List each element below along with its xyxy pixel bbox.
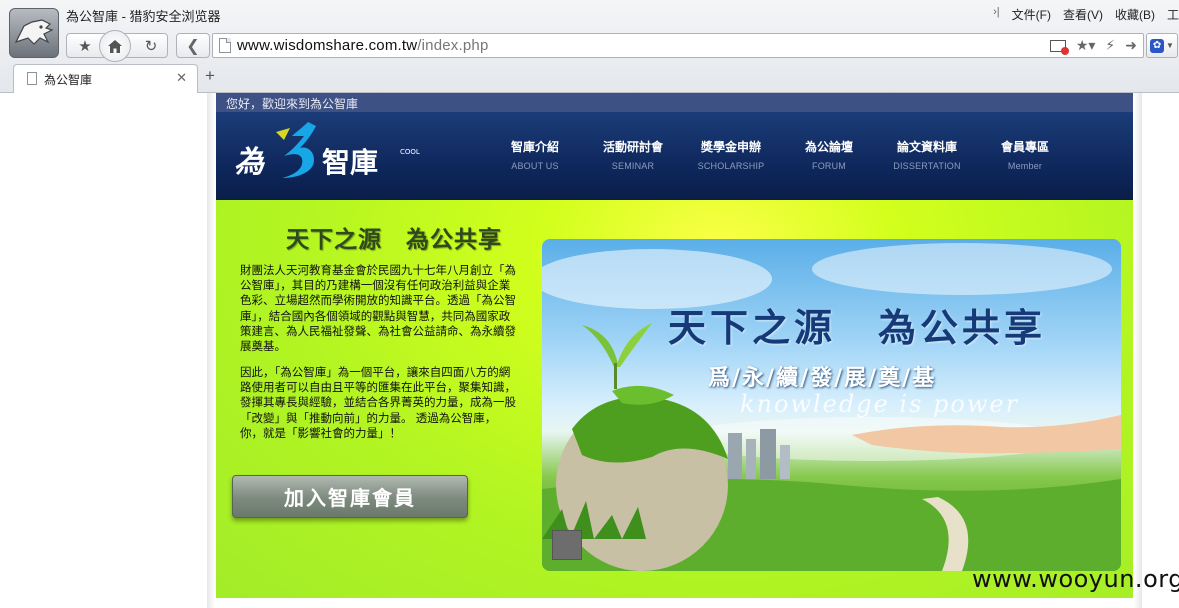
go-arrow-icon[interactable]: ➜ xyxy=(1125,37,1137,54)
menu-overflow-icon[interactable]: ›| xyxy=(993,6,1000,23)
url-text[interactable]: www.wisdomshare.com.tw/index.php xyxy=(237,37,489,54)
nav-sublabel: ABOUT US xyxy=(511,161,559,171)
svg-text:為: 為 xyxy=(234,145,266,180)
browser-logo-icon[interactable] xyxy=(9,8,59,58)
intro-paragraph-1: 財團法人天河教育基金會於民國九十七年八月創立「為公智庫」，其目的乃建構一個沒有任… xyxy=(240,265,516,354)
address-tools: ★▾ ⚡ ➜ xyxy=(1049,37,1137,55)
nav-dissertation[interactable]: 論文資料庫 DISSERTATION xyxy=(878,138,976,171)
welcome-text: 您好，歡迎來到為公智庫 xyxy=(226,97,359,111)
join-member-button[interactable]: 加入智庫會員 xyxy=(232,475,468,518)
url-host: www.wisdomshare.com.tw xyxy=(237,37,418,54)
nav-sublabel: FORUM xyxy=(812,161,846,171)
lightning-icon[interactable]: ⚡ xyxy=(1105,37,1115,54)
home-button[interactable] xyxy=(99,30,131,62)
menu-bar: ›| 文件(F) 查看(V) 收藏(B) 工 xyxy=(993,6,1179,23)
nav-forum[interactable]: 為公論壇 FORUM xyxy=(780,138,878,171)
menu-file[interactable]: 文件(F) xyxy=(1012,6,1051,23)
nav-sublabel: Member xyxy=(1007,161,1043,171)
paw-icon: ✿ xyxy=(1150,38,1165,53)
nav-sublabel: DISSERTATION xyxy=(893,161,961,171)
bookmark-star-icon[interactable]: ★ xyxy=(69,34,101,57)
page-icon xyxy=(219,38,231,53)
url-path: /index.php xyxy=(417,37,489,54)
footer-strip xyxy=(216,598,1133,608)
tab-page-icon xyxy=(27,72,37,85)
nav-label: 為公論壇 xyxy=(804,140,853,154)
window-title: 為公智庫 - 猎豹安全浏览器 xyxy=(66,9,221,24)
banner-tagline: knowledge is power xyxy=(740,390,1020,418)
nav-seminar[interactable]: 活動研討會 SEMINAR xyxy=(584,138,682,171)
slogan-heading: 天下之源 為公共享 xyxy=(286,226,502,252)
svg-text:COOL: COOL xyxy=(400,148,420,156)
chevron-left-icon: ❮ xyxy=(186,37,200,55)
nav-about-us[interactable]: 智庫介紹 ABOUT US xyxy=(486,138,584,171)
nav-label: 論文資料庫 xyxy=(896,140,957,154)
nav-button-group: ★ ↻ xyxy=(66,30,168,62)
site-nav: 智庫介紹 ABOUT US 活動研討會 SEMINAR 獎學金申辦 SCHOLA… xyxy=(486,138,1074,171)
banner-subtitle: 爲/永/續/發/展/奠/基 xyxy=(708,365,937,391)
site-container: 您好，歡迎來到為公智庫 為 智庫 COOL 智庫介紹 ABOUT US 活動研討… xyxy=(216,93,1133,608)
favorite-star-icon[interactable]: ★▾ xyxy=(1076,37,1096,54)
new-tab-button[interactable]: + xyxy=(205,66,215,86)
nav-sublabel: SEMINAR xyxy=(611,161,655,171)
welcome-bar: 您好，歡迎來到為公智庫 xyxy=(216,93,1133,112)
caret-down-icon: ▼ xyxy=(1166,41,1174,50)
page-viewport: 您好，歡迎來到為公智庫 為 智庫 COOL 智庫介紹 ABOUT US 活動研討… xyxy=(0,93,1179,608)
watermark-text: www.wooyun.org xyxy=(972,565,1179,593)
nav-sublabel: SCHOLARSHIP xyxy=(697,161,765,171)
site-header: 為 智庫 COOL 智庫介紹 ABOUT US 活動研討會 SEMINAR 獎學… xyxy=(216,112,1133,200)
banner-title: 天下之源 為公共享 xyxy=(668,305,1047,350)
block-popup-icon[interactable] xyxy=(1049,39,1069,55)
intro-paragraph-2: 因此，「為公智庫」為一個平台，讓來自四面八方的網路使用者可以自由且平等的匯集在此… xyxy=(240,367,516,440)
nav-label: 會員專區 xyxy=(1000,140,1049,154)
menu-tools[interactable]: 工 xyxy=(1167,6,1179,23)
home-icon xyxy=(108,39,122,53)
hero-banner[interactable]: 天下之源 為公共享 爲/永/續/發/展/奠/基 knowledge is pow… xyxy=(542,239,1121,571)
svg-text:智庫: 智庫 xyxy=(322,146,378,179)
refresh-icon[interactable]: ↻ xyxy=(135,34,167,57)
browser-chrome: 為公智庫 - 猎豹安全浏览器 ›| 文件(F) 查看(V) 收藏(B) 工 ★ … xyxy=(0,0,1179,93)
nav-label: 獎學金申辦 xyxy=(700,140,761,154)
site-logo[interactable]: 為 智庫 COOL xyxy=(232,118,432,184)
extension-button[interactable]: ✿ ▼ xyxy=(1146,33,1178,58)
address-bar[interactable]: www.wisdomshare.com.tw/index.php ★▾ ⚡ ➜ xyxy=(212,33,1144,58)
nav-scholarship[interactable]: 獎學金申辦 SCHOLARSHIP xyxy=(682,138,780,171)
nav-label: 活動研討會 xyxy=(602,140,663,154)
browser-tab[interactable]: 為公智庫 ✕ xyxy=(13,64,198,93)
tab-close-icon[interactable]: ✕ xyxy=(176,70,187,86)
slide-indicator[interactable] xyxy=(552,530,582,560)
menu-favorites[interactable]: 收藏(B) xyxy=(1115,6,1155,23)
back-button[interactable]: ❮ xyxy=(176,33,210,58)
menu-view[interactable]: 查看(V) xyxy=(1063,6,1103,23)
nav-member[interactable]: 會員專區 Member xyxy=(976,138,1074,171)
tab-title: 為公智庫 xyxy=(44,73,93,87)
main-content: 天下之源 為公共享 財團法人天河教育基金會於民國九十七年八月創立「為公智庫」，其… xyxy=(216,200,1133,598)
nav-label: 智庫介紹 xyxy=(510,140,559,154)
